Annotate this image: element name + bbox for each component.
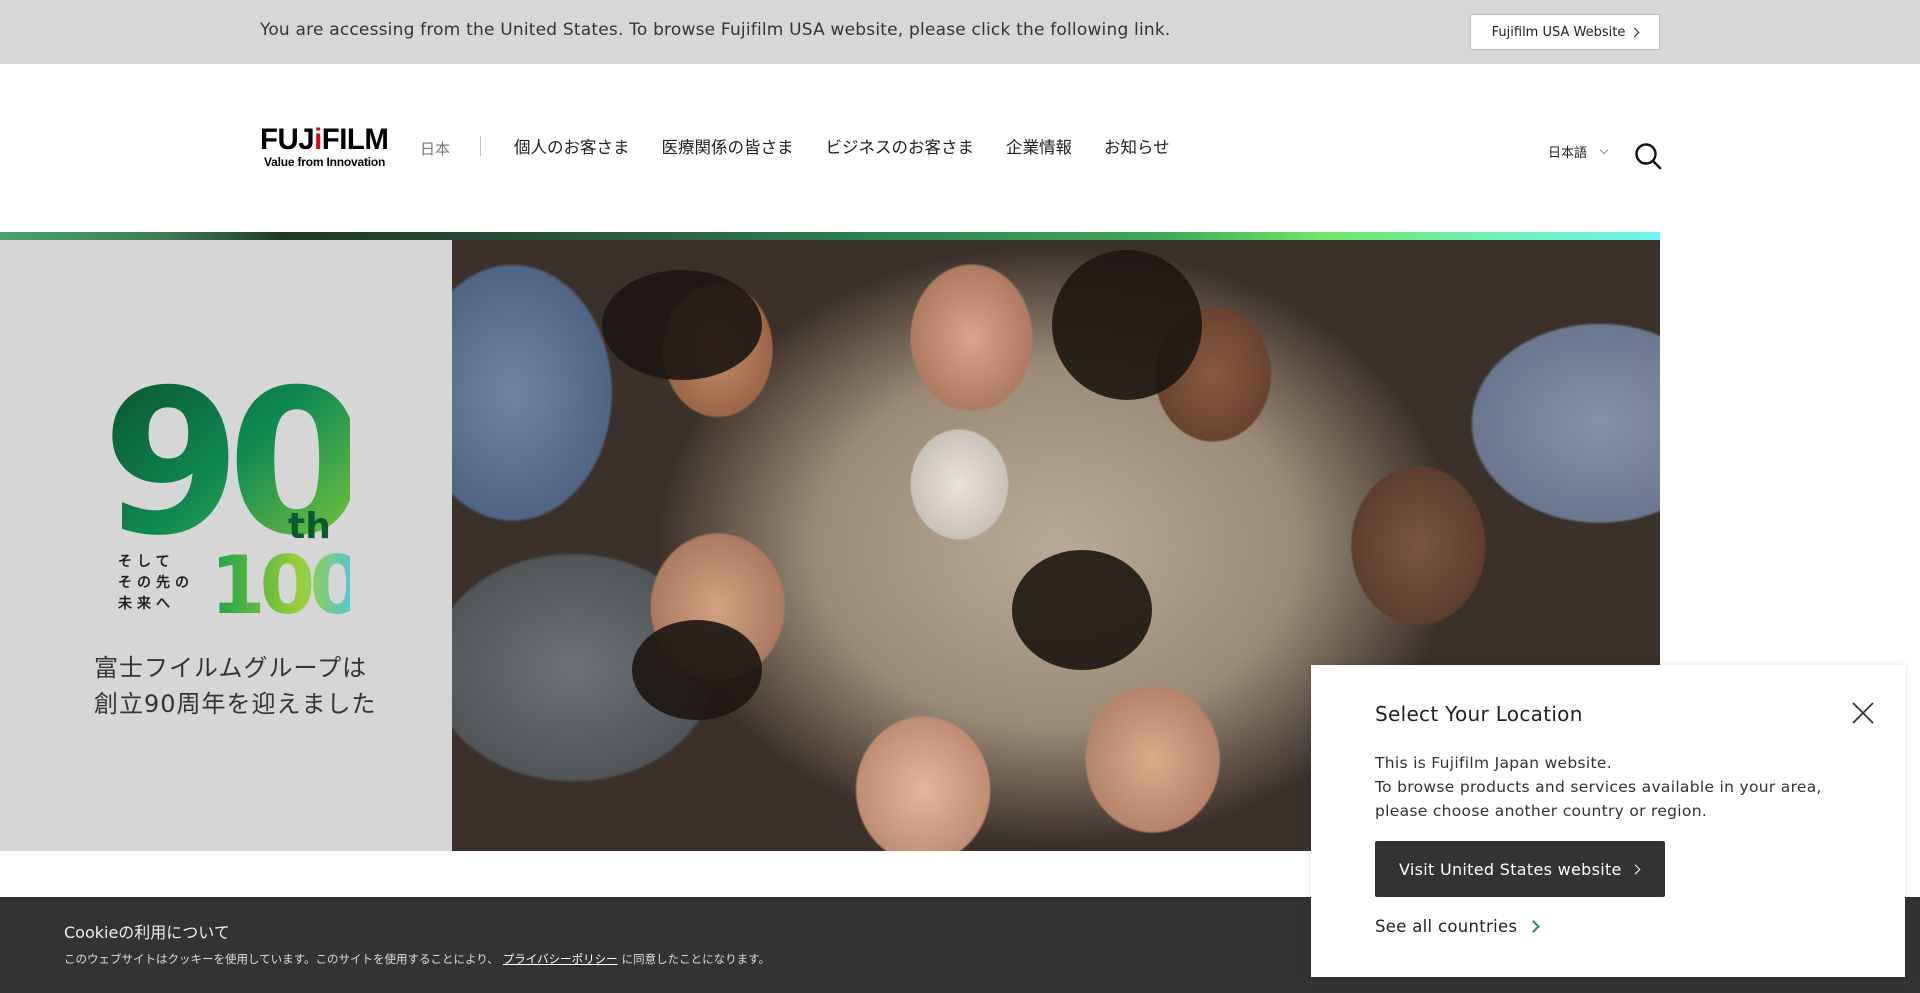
badge-tagline-line-1: そして — [118, 554, 175, 570]
fujifilm-logo[interactable]: FUJiFILM Value from Innovation — [260, 123, 405, 170]
nav-item-personal[interactable]: 個人のお客さま — [514, 134, 630, 158]
chevron-right-icon — [1629, 27, 1640, 37]
region-label: 日本 — [420, 140, 451, 158]
anniversary-90th-logo: 90 th 100 そして その先の 未来へ — [102, 370, 350, 620]
dialog-body-line-2: To browse products and services availabl… — [1375, 778, 1822, 796]
logo-part-a: FUJ — [260, 123, 315, 156]
cookie-text-before: このウェブサイトはクッキーを使用しています。このサイトを使用することにより、 — [64, 952, 499, 966]
hero-caption: 富士フイルムグループは 創立90周年を迎えました — [94, 650, 377, 722]
chevron-down-icon — [1599, 145, 1609, 154]
nav-item-corporate[interactable]: 企業情報 — [1006, 134, 1072, 158]
nav-item-medical[interactable]: 医療関係の皆さま — [662, 134, 794, 158]
privacy-policy-link[interactable]: プライバシーポリシー — [503, 952, 618, 966]
language-label: 日本語 — [1548, 146, 1588, 161]
dialog-body: This is Fujifilm Japan website. To brows… — [1375, 751, 1822, 823]
cookie-text-after: に同意したことになります。 — [621, 952, 770, 966]
language-selector[interactable]: 日本語 — [1548, 142, 1609, 161]
photo-shape — [1012, 550, 1152, 670]
logo-accent: i — [314, 123, 322, 156]
nav-item-news[interactable]: お知らせ — [1104, 134, 1170, 158]
header-divider — [480, 136, 481, 156]
search-icon — [1635, 143, 1662, 170]
fujifilm-usa-website-label: Fujifilm USA Website — [1491, 24, 1626, 40]
main-nav: 個人のお客さま 医療関係の皆さま ビジネスのお客さま 企業情報 お知らせ — [514, 134, 1170, 158]
badge-tagline-line-2: その先の — [118, 574, 194, 591]
dialog-body-line-3: please choose another country or region. — [1375, 802, 1708, 820]
photo-shape — [632, 620, 762, 720]
chevron-right-icon — [1630, 864, 1641, 874]
fujifilm-usa-website-button[interactable]: Fujifilm USA Website — [1470, 14, 1660, 50]
search-button[interactable] — [1634, 142, 1662, 170]
badge-tagline-line-3: 未来へ — [118, 595, 175, 612]
photo-shape — [1052, 250, 1202, 400]
geo-banner: You are accessing from the United States… — [0, 0, 1920, 64]
photo-shape — [602, 270, 762, 380]
logo-wordmark: FUJiFILM — [260, 123, 402, 156]
chevron-right-icon — [1527, 920, 1541, 933]
anniversary-panel: 90 th 100 そして その先の 未来へ 富士フイルムグループは 創立90周… — [0, 240, 452, 851]
hero-caption-line-2: 創立90周年を迎えました — [94, 690, 377, 718]
cookie-text: このウェブサイトはクッキーを使用しています。このサイトを使用することにより、 プラ… — [64, 951, 770, 967]
hero-caption-line-1: 富士フイルムグループは — [94, 654, 368, 682]
dialog-title: Select Your Location — [1375, 702, 1583, 726]
nav-item-business[interactable]: ビジネスのお客さま — [826, 134, 975, 158]
select-location-dialog: Select Your Location This is Fujifilm Ja… — [1311, 665, 1905, 977]
dialog-body-line-1: This is Fujifilm Japan website. — [1375, 754, 1612, 772]
badge-number-100: 100 — [210, 539, 350, 620]
brand-gradient-bar — [0, 232, 1660, 240]
close-icon — [1852, 702, 1874, 724]
cookie-title: Cookieの利用について — [64, 923, 230, 942]
logo-tagline: Value from Innovation — [264, 155, 386, 169]
see-all-countries-link[interactable]: See all countries — [1375, 917, 1541, 936]
geo-banner-message: You are accessing from the United States… — [260, 20, 1171, 40]
visit-us-website-label: Visit United States website — [1399, 859, 1622, 879]
see-all-countries-label: See all countries — [1375, 917, 1518, 936]
logo-part-b: FILM — [321, 123, 389, 156]
visit-us-website-button[interactable]: Visit United States website — [1375, 841, 1665, 897]
close-button[interactable] — [1851, 701, 1875, 725]
site-header: FUJiFILM Value from Innovation 日本 個人のお客さ… — [0, 64, 1920, 232]
